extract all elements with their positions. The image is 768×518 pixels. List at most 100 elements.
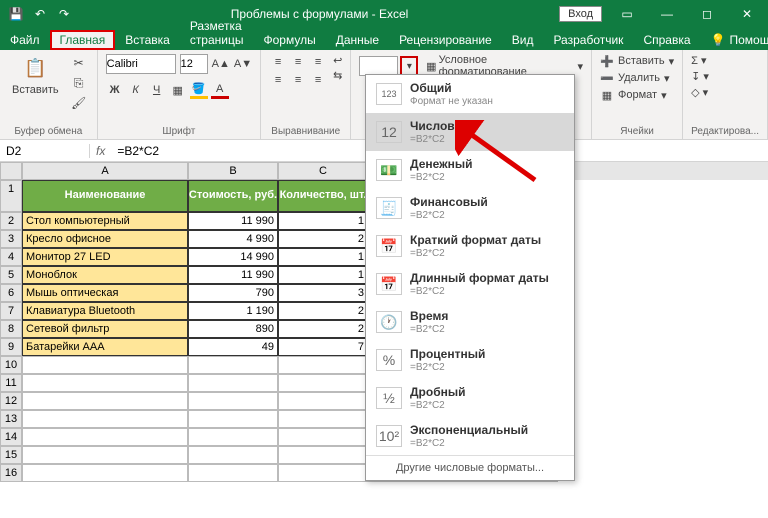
format-time[interactable]: 🕐Время=B2*C2 xyxy=(366,303,574,341)
cell-qty[interactable]: 1 xyxy=(278,248,368,266)
paste-button[interactable]: 📋 Вставить xyxy=(8,54,63,99)
number-format-box[interactable] xyxy=(359,56,398,76)
number-format-dropdown[interactable]: ▾ xyxy=(400,56,418,76)
wrap-text-icon[interactable]: ↩ xyxy=(333,54,342,67)
row-header[interactable]: 9 xyxy=(0,338,22,356)
row-header[interactable]: 16 xyxy=(0,464,22,482)
autosum-icon[interactable]: Σ ▾ xyxy=(691,54,706,67)
header-name[interactable]: Наименование xyxy=(22,180,188,212)
login-button[interactable]: Вход xyxy=(559,6,602,22)
italic-icon[interactable]: К xyxy=(127,81,145,99)
row-header[interactable]: 5 xyxy=(0,266,22,284)
format-long-date[interactable]: 📅Длинный формат даты=B2*C2 xyxy=(366,265,574,303)
tab-data[interactable]: Данные xyxy=(326,30,389,50)
tab-home[interactable]: Главная xyxy=(50,30,116,50)
cell-price[interactable]: 11 990 xyxy=(188,212,278,230)
cell-name[interactable]: Кресло офисное xyxy=(22,230,188,248)
row-header[interactable]: 10 xyxy=(0,356,22,374)
tab-view[interactable]: Вид xyxy=(502,30,544,50)
format-fraction[interactable]: ½Дробный=B2*C2 xyxy=(366,379,574,417)
format-cells-button[interactable]: ▦Формат ▾ xyxy=(600,88,667,102)
cell-price[interactable]: 790 xyxy=(188,284,278,302)
tab-formulas[interactable]: Формулы xyxy=(253,30,325,50)
col-header-a[interactable]: A xyxy=(22,162,188,180)
select-all-corner[interactable] xyxy=(0,162,22,180)
tab-layout[interactable]: Разметка страницы xyxy=(180,16,254,50)
align-bottom-icon[interactable]: ≡ xyxy=(309,54,327,70)
format-painter-icon[interactable]: 🖌 xyxy=(69,94,89,112)
row-header[interactable]: 3 xyxy=(0,230,22,248)
col-header-c[interactable]: C xyxy=(278,162,368,180)
row-header[interactable]: 12 xyxy=(0,392,22,410)
cell-name[interactable]: Мышь оптическая xyxy=(22,284,188,302)
col-header-b[interactable]: B xyxy=(188,162,278,180)
cell-price[interactable]: 11 990 xyxy=(188,266,278,284)
fx-icon[interactable]: fx xyxy=(90,144,111,158)
redo-icon[interactable]: ↷ xyxy=(54,4,74,24)
align-left-icon[interactable]: ≡ xyxy=(269,72,287,88)
minimize-icon[interactable]: — xyxy=(652,7,682,21)
row-header[interactable]: 14 xyxy=(0,428,22,446)
border-icon[interactable]: ▦ xyxy=(169,81,187,99)
cell-price[interactable]: 1 190 xyxy=(188,302,278,320)
name-box[interactable]: D2 xyxy=(0,144,90,158)
ribbon-options-icon[interactable]: ▭ xyxy=(612,7,642,21)
font-size-input[interactable] xyxy=(180,54,208,74)
maximize-icon[interactable]: ◻ xyxy=(692,7,722,21)
cell-qty[interactable]: 3 xyxy=(278,284,368,302)
cut-icon[interactable]: ✂ xyxy=(69,54,89,72)
align-top-icon[interactable]: ≡ xyxy=(269,54,287,70)
format-percent[interactable]: %Процентный=B2*C2 xyxy=(366,341,574,379)
save-icon[interactable]: 💾 xyxy=(6,4,26,24)
fill-icon[interactable]: ↧ ▾ xyxy=(691,70,709,83)
undo-icon[interactable]: ↶ xyxy=(30,4,50,24)
row-header[interactable]: 8 xyxy=(0,320,22,338)
cell-name[interactable]: Сетевой фильтр xyxy=(22,320,188,338)
cell-name[interactable]: Клавиатура Bluetooth xyxy=(22,302,188,320)
font-name-input[interactable] xyxy=(106,54,176,74)
row-header[interactable]: 13 xyxy=(0,410,22,428)
row-header[interactable]: 4 xyxy=(0,248,22,266)
format-general[interactable]: 123ОбщийФормат не указан xyxy=(366,75,574,113)
format-currency[interactable]: 💵Денежный=B2*C2 xyxy=(366,151,574,189)
row-header[interactable]: 6 xyxy=(0,284,22,302)
format-accounting[interactable]: 🧾Финансовый=B2*C2 xyxy=(366,189,574,227)
copy-icon[interactable]: ⎘ xyxy=(69,74,89,92)
cell-name[interactable]: Батарейки AAA xyxy=(22,338,188,356)
tab-file[interactable]: Файл xyxy=(0,30,50,50)
row-header[interactable]: 15 xyxy=(0,446,22,464)
decrease-font-icon[interactable]: A▼ xyxy=(234,58,252,70)
row-header-1[interactable]: 1 xyxy=(0,180,22,212)
row-header[interactable]: 7 xyxy=(0,302,22,320)
cell-price[interactable]: 890 xyxy=(188,320,278,338)
format-scientific[interactable]: 10²Экспоненциальный=B2*C2 xyxy=(366,417,574,455)
increase-font-icon[interactable]: A▲ xyxy=(212,58,230,70)
tell-me[interactable]: 💡Помощь xyxy=(701,30,768,50)
close-icon[interactable]: ✕ xyxy=(732,7,762,21)
cell-qty[interactable]: 1 xyxy=(278,212,368,230)
row-header[interactable]: 11 xyxy=(0,374,22,392)
underline-icon[interactable]: Ч xyxy=(148,81,166,99)
delete-cells-button[interactable]: ➖Удалить ▾ xyxy=(600,71,670,85)
header-price[interactable]: Стоимость, руб. xyxy=(188,180,278,212)
cell-name[interactable]: Моноблок xyxy=(22,266,188,284)
format-number[interactable]: 12Числовой=B2*C2 xyxy=(366,113,574,151)
row-header[interactable]: 2 xyxy=(0,212,22,230)
cell-price[interactable]: 4 990 xyxy=(188,230,278,248)
cell-qty[interactable]: 2 xyxy=(278,320,368,338)
cell-qty[interactable]: 1 xyxy=(278,266,368,284)
align-right-icon[interactable]: ≡ xyxy=(309,72,327,88)
cell-qty[interactable]: 2 xyxy=(278,230,368,248)
header-qty[interactable]: Количество, шт. xyxy=(278,180,368,212)
align-center-icon[interactable]: ≡ xyxy=(289,72,307,88)
tab-insert[interactable]: Вставка xyxy=(115,30,180,50)
tab-review[interactable]: Рецензирование xyxy=(389,30,502,50)
cell-name[interactable]: Стол компьютерный xyxy=(22,212,188,230)
clear-icon[interactable]: ◇ ▾ xyxy=(691,86,708,99)
cell-price[interactable]: 49 xyxy=(188,338,278,356)
cell-name[interactable]: Монитор 27 LED xyxy=(22,248,188,266)
cell-price[interactable]: 14 990 xyxy=(188,248,278,266)
font-color-icon[interactable]: A xyxy=(211,81,229,99)
insert-cells-button[interactable]: ➕Вставить ▾ xyxy=(600,54,674,68)
cell-qty[interactable]: 2 xyxy=(278,302,368,320)
